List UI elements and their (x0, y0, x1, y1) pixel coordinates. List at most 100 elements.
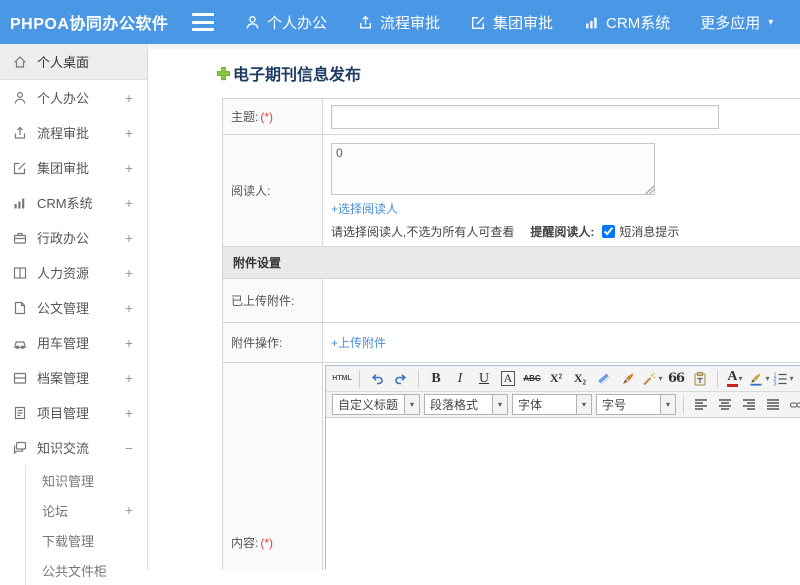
uploaded-attachments-row: 已上传附件: (223, 279, 800, 323)
sidebar-item-admin-office[interactable]: 行政办公 + (0, 220, 147, 255)
plus-icon (216, 66, 231, 81)
expand-icon[interactable]: + (125, 265, 133, 281)
expand-icon[interactable]: + (125, 195, 133, 211)
document-icon (12, 300, 28, 316)
subject-input[interactable] (331, 105, 719, 129)
strikethrough-button[interactable]: ABC (521, 368, 543, 390)
sidebar-submenu-knowledge: 知识管理 论坛 + 下载管理 公共文件柜 (25, 465, 147, 585)
sidebar-item-group-approval[interactable]: 集团审批 + (0, 150, 147, 185)
font-size-select[interactable]: 字号 ▾ (596, 394, 676, 415)
content-label: 内容:(*) (223, 363, 323, 571)
user-icon (12, 90, 28, 106)
nav-personal-office[interactable]: 个人办公 (244, 12, 327, 33)
expand-icon[interactable]: + (125, 335, 133, 351)
underline-button[interactable]: U (473, 368, 495, 390)
highlight-color-button[interactable]: ▾ (748, 368, 770, 390)
bold-button[interactable]: B (425, 368, 447, 390)
redo-icon (393, 371, 409, 387)
sms-notify-checkbox[interactable] (602, 225, 615, 238)
attachment-section-title: 附件设置 (223, 247, 800, 279)
editor-toolbar-row2: 自定义标题 ▾ 段落格式 ▾ 字体 ▾ 字号 ▾ (326, 392, 800, 418)
attachment-section-header: 附件设置 (223, 247, 800, 279)
uploaded-attachments-value (323, 279, 800, 323)
sidebar-item-archive-management[interactable]: 档案管理 + (0, 360, 147, 395)
readers-textarea[interactable]: 0 (331, 143, 655, 195)
choose-readers-link[interactable]: +选择阅读人 (331, 202, 398, 216)
expand-icon[interactable]: + (125, 160, 133, 176)
undo-icon (369, 371, 385, 387)
sidebar-item-knowledge-exchange[interactable]: 知识交流 − (0, 430, 147, 465)
sidebar-item-vehicle-management[interactable]: 用车管理 + (0, 325, 147, 360)
expand-icon[interactable]: + (125, 502, 133, 518)
readers-label: 阅读人: (223, 135, 323, 247)
project-icon (12, 405, 28, 421)
resize-grip-icon[interactable] (645, 185, 654, 194)
format-brush-button[interactable] (617, 368, 639, 390)
top-header: PHPOA协同办公软件 个人办公 流程审批 集团审批 CRM系统 更多应用 ▾ (0, 0, 800, 44)
subscript-button[interactable]: X₂ (569, 368, 591, 390)
align-right-button[interactable] (738, 394, 760, 416)
nav-group-approval[interactable]: 集团审批 (470, 12, 553, 33)
hamburger-menu-icon[interactable] (192, 13, 218, 31)
flow-icon (357, 14, 374, 31)
sidebar-item-human-resources[interactable]: 人力资源 + (0, 255, 147, 290)
sidebar-item-document-management[interactable]: 公文管理 + (0, 290, 147, 325)
paragraph-format-select[interactable]: 段落格式 ▾ (424, 394, 508, 415)
expand-icon[interactable]: + (125, 125, 133, 141)
sidebar-item-project-management[interactable]: 项目管理 + (0, 395, 147, 430)
editor-content-area[interactable] (326, 418, 800, 570)
sidebar-item-crm-system[interactable]: CRM系统 + (0, 185, 147, 220)
subject-row: 主题:(*) (223, 99, 800, 135)
app-title: PHPOA协同办公软件 (0, 10, 192, 34)
expand-icon[interactable]: + (125, 300, 133, 316)
caret-down-icon: ▾ (576, 395, 591, 414)
header-nav: 个人办公 流程审批 集团审批 CRM系统 更多应用 ▾ (244, 12, 773, 33)
font-style-button[interactable]: A (501, 371, 516, 386)
collapse-icon[interactable]: − (125, 440, 133, 456)
magic-wand-icon (641, 371, 657, 387)
sidebar-subitem-public-file-cabinet[interactable]: 公共文件柜 (26, 555, 147, 585)
sidebar-subitem-knowledge-management[interactable]: 知识管理 (26, 465, 147, 495)
align-center-button[interactable] (714, 394, 736, 416)
ordered-list-button[interactable]: 123 ▾ (772, 368, 794, 390)
blockquote-button[interactable]: 66 (665, 368, 687, 390)
unordered-list-button[interactable] (796, 368, 800, 390)
italic-button[interactable]: I (449, 368, 471, 390)
expand-icon[interactable]: + (125, 370, 133, 386)
upload-attachment-link[interactable]: +上传附件 (331, 336, 386, 350)
sidebar-subitem-forum[interactable]: 论坛 + (26, 495, 147, 525)
eraser-button[interactable] (593, 368, 615, 390)
expand-icon[interactable]: + (125, 405, 133, 421)
sidebar-item-personal-office[interactable]: 个人办公 + (0, 80, 147, 115)
superscript-button[interactable]: X² (545, 368, 567, 390)
bar-chart-icon (583, 14, 600, 31)
sidebar-subitem-download-management[interactable]: 下载管理 (26, 525, 147, 555)
align-left-button[interactable] (690, 394, 712, 416)
redo-button[interactable] (390, 368, 412, 390)
main-content: 电子期刊信息发布 主题:(*) 阅读人: 0 +选择阅读人 (149, 44, 800, 570)
sidebar-item-workflow-approval[interactable]: 流程审批 + (0, 115, 147, 150)
caret-down-icon: ▾ (789, 374, 793, 383)
insert-link-button[interactable] (786, 394, 800, 416)
sidebar-item-personal-desktop[interactable]: 个人桌面 (0, 44, 147, 80)
paste-text-button[interactable] (689, 368, 711, 390)
font-color-button[interactable]: A ▾ (724, 368, 746, 390)
caret-down-icon: ▾ (765, 374, 769, 383)
nav-workflow-approval[interactable]: 流程审批 (357, 12, 440, 33)
readers-row: 阅读人: 0 +选择阅读人 请选择阅读人,不选为所有人可查看 提醒阅读人: 短消… (223, 135, 800, 247)
eraser-icon (596, 371, 612, 387)
clear-format-button[interactable]: ▾ (641, 368, 663, 390)
expand-icon[interactable]: + (125, 90, 133, 106)
archive-icon (12, 370, 28, 386)
heading-select[interactable]: 自定义标题 ▾ (332, 394, 420, 415)
content-row: 内容:(*) HTML B (223, 363, 800, 571)
nav-crm-system[interactable]: CRM系统 (583, 12, 670, 33)
uploaded-attachments-label: 已上传附件: (223, 279, 323, 323)
expand-icon[interactable]: + (125, 230, 133, 246)
nav-more-apps[interactable]: 更多应用 ▾ (700, 12, 773, 33)
font-family-select[interactable]: 字体 ▾ (512, 394, 592, 415)
html-source-button[interactable]: HTML (331, 368, 353, 390)
align-justify-button[interactable] (762, 394, 784, 416)
caret-down-icon: ▾ (768, 17, 773, 28)
undo-button[interactable] (366, 368, 388, 390)
